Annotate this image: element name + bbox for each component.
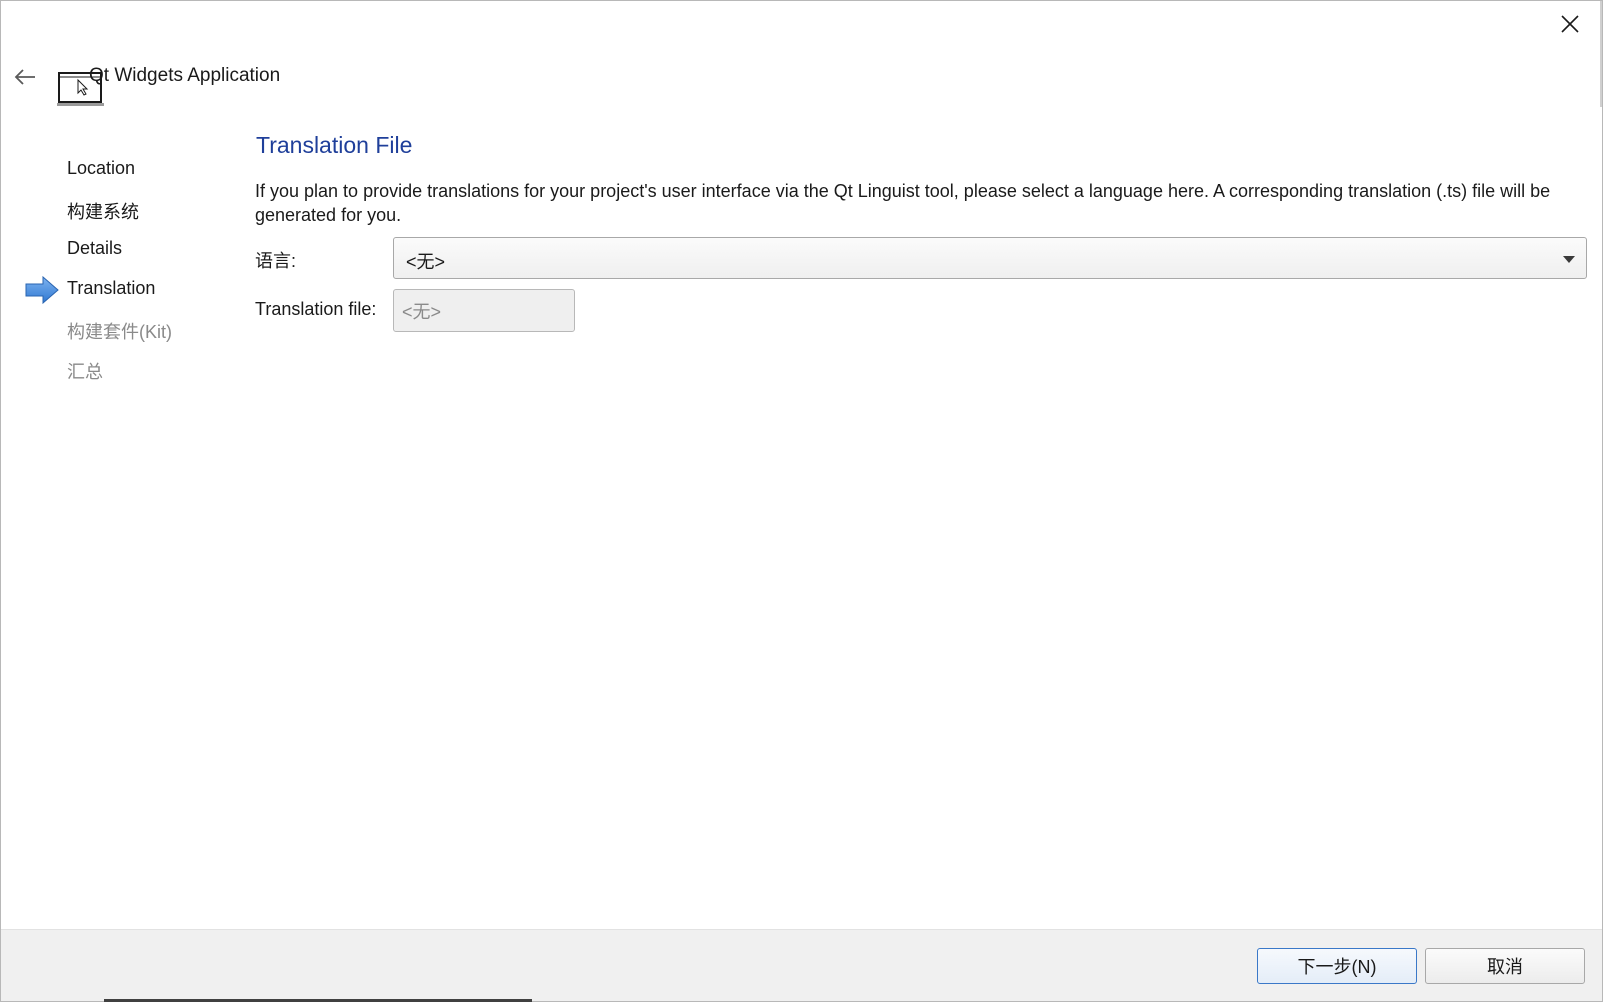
step-build-system: 构建系统 [67, 202, 139, 222]
translation-file-input [394, 290, 574, 331]
step-details: Details [67, 238, 123, 258]
language-select[interactable]: <无> [393, 237, 1587, 279]
next-button[interactable]: 下一步(N) [1257, 948, 1417, 984]
page-description: If you plan to provide translations for … [255, 181, 1551, 225]
language-label: 语言: [255, 251, 297, 271]
step-location: Location [67, 158, 136, 178]
step-translation: Translation [67, 278, 156, 298]
back-arrow-icon [14, 69, 35, 85]
step-kits: 构建套件(Kit) [67, 322, 172, 342]
translation-file-field [393, 289, 575, 332]
wizard-footer: 下一步(N) 取消 [1, 929, 1602, 1001]
cancel-button[interactable]: 取消 [1425, 948, 1585, 984]
close-button[interactable] [1549, 9, 1591, 39]
chevron-down-icon [1563, 256, 1575, 263]
page-title: Translation File [256, 132, 413, 158]
translation-file-label: Translation file: [255, 299, 377, 319]
current-step-arrow-icon [25, 276, 59, 304]
back-button[interactable] [9, 61, 41, 93]
close-icon [1561, 15, 1579, 33]
wizard-title: Qt Widgets Application [89, 65, 281, 86]
language-select-value: <无> [406, 252, 446, 272]
wizard-window: Qt Widgets Application Location 构建系统 Det… [0, 0, 1603, 1002]
step-summary: 汇总 [67, 362, 103, 382]
